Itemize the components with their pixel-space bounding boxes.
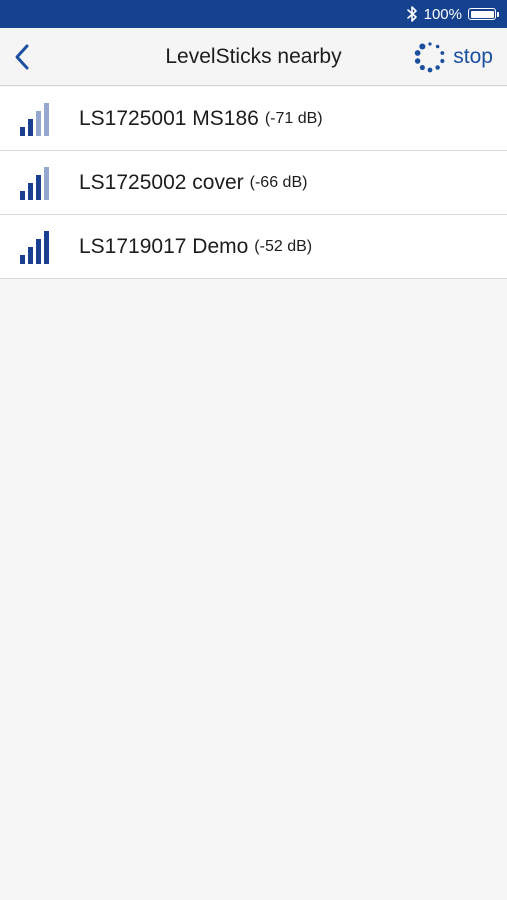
signal-bar <box>28 182 33 200</box>
signal-bar <box>36 238 41 264</box>
signal-bar <box>20 254 25 264</box>
spinner-icon <box>415 42 445 73</box>
battery-icon <box>468 8 499 20</box>
spinner-dot <box>440 58 445 64</box>
spinner-dot <box>420 64 426 71</box>
signal-bar <box>20 126 25 136</box>
spinner-dot <box>415 58 421 64</box>
signal-bar <box>44 102 49 136</box>
device-name: LS1725001 MS186 <box>79 106 259 130</box>
signal-bar <box>36 110 41 136</box>
signal-bar <box>28 246 33 264</box>
signal-strength-icon <box>20 230 60 264</box>
spinner-dot <box>435 65 441 70</box>
spinner-dot <box>440 51 445 55</box>
device-signal-db: (-52 dB) <box>254 237 313 255</box>
status-right: 100% <box>406 0 499 28</box>
spinner-dot <box>436 44 440 49</box>
chevron-left-icon <box>15 44 29 70</box>
bluetooth-icon <box>406 5 418 23</box>
device-name: LS1719017 Demo <box>79 234 249 258</box>
device-list: LS1725001 MS186 (-71 dB) LS1725002 cover… <box>0 87 507 279</box>
spinner-dot <box>415 50 421 56</box>
list-item[interactable]: LS1719017 Demo (-52 dB) <box>0 215 507 279</box>
stop-label: stop <box>453 45 493 68</box>
signal-bar <box>44 166 49 200</box>
navigation-bar: LevelSticks nearby stop <box>0 28 507 86</box>
list-item[interactable]: LS1725001 MS186 (-71 dB) <box>0 87 507 151</box>
device-name: LS1725002 cover <box>79 170 244 194</box>
device-signal-db: (-66 dB) <box>249 173 308 191</box>
list-item[interactable]: LS1725002 cover (-66 dB) <box>0 151 507 215</box>
spinner-dot <box>427 67 433 73</box>
signal-bar <box>28 118 33 136</box>
signal-strength-icon <box>20 166 60 200</box>
signal-strength-icon <box>20 102 60 136</box>
signal-bar <box>20 190 25 200</box>
spinner-dot <box>428 42 432 46</box>
status-bar: 100% <box>0 0 507 28</box>
signal-bar <box>36 174 41 200</box>
stop-button[interactable]: stop <box>413 41 493 73</box>
battery-percent: 100% <box>423 5 462 23</box>
device-signal-db: (-71 dB) <box>264 109 323 127</box>
signal-bar <box>44 230 49 264</box>
spinner-dot <box>419 43 426 50</box>
back-button[interactable] <box>8 40 36 74</box>
